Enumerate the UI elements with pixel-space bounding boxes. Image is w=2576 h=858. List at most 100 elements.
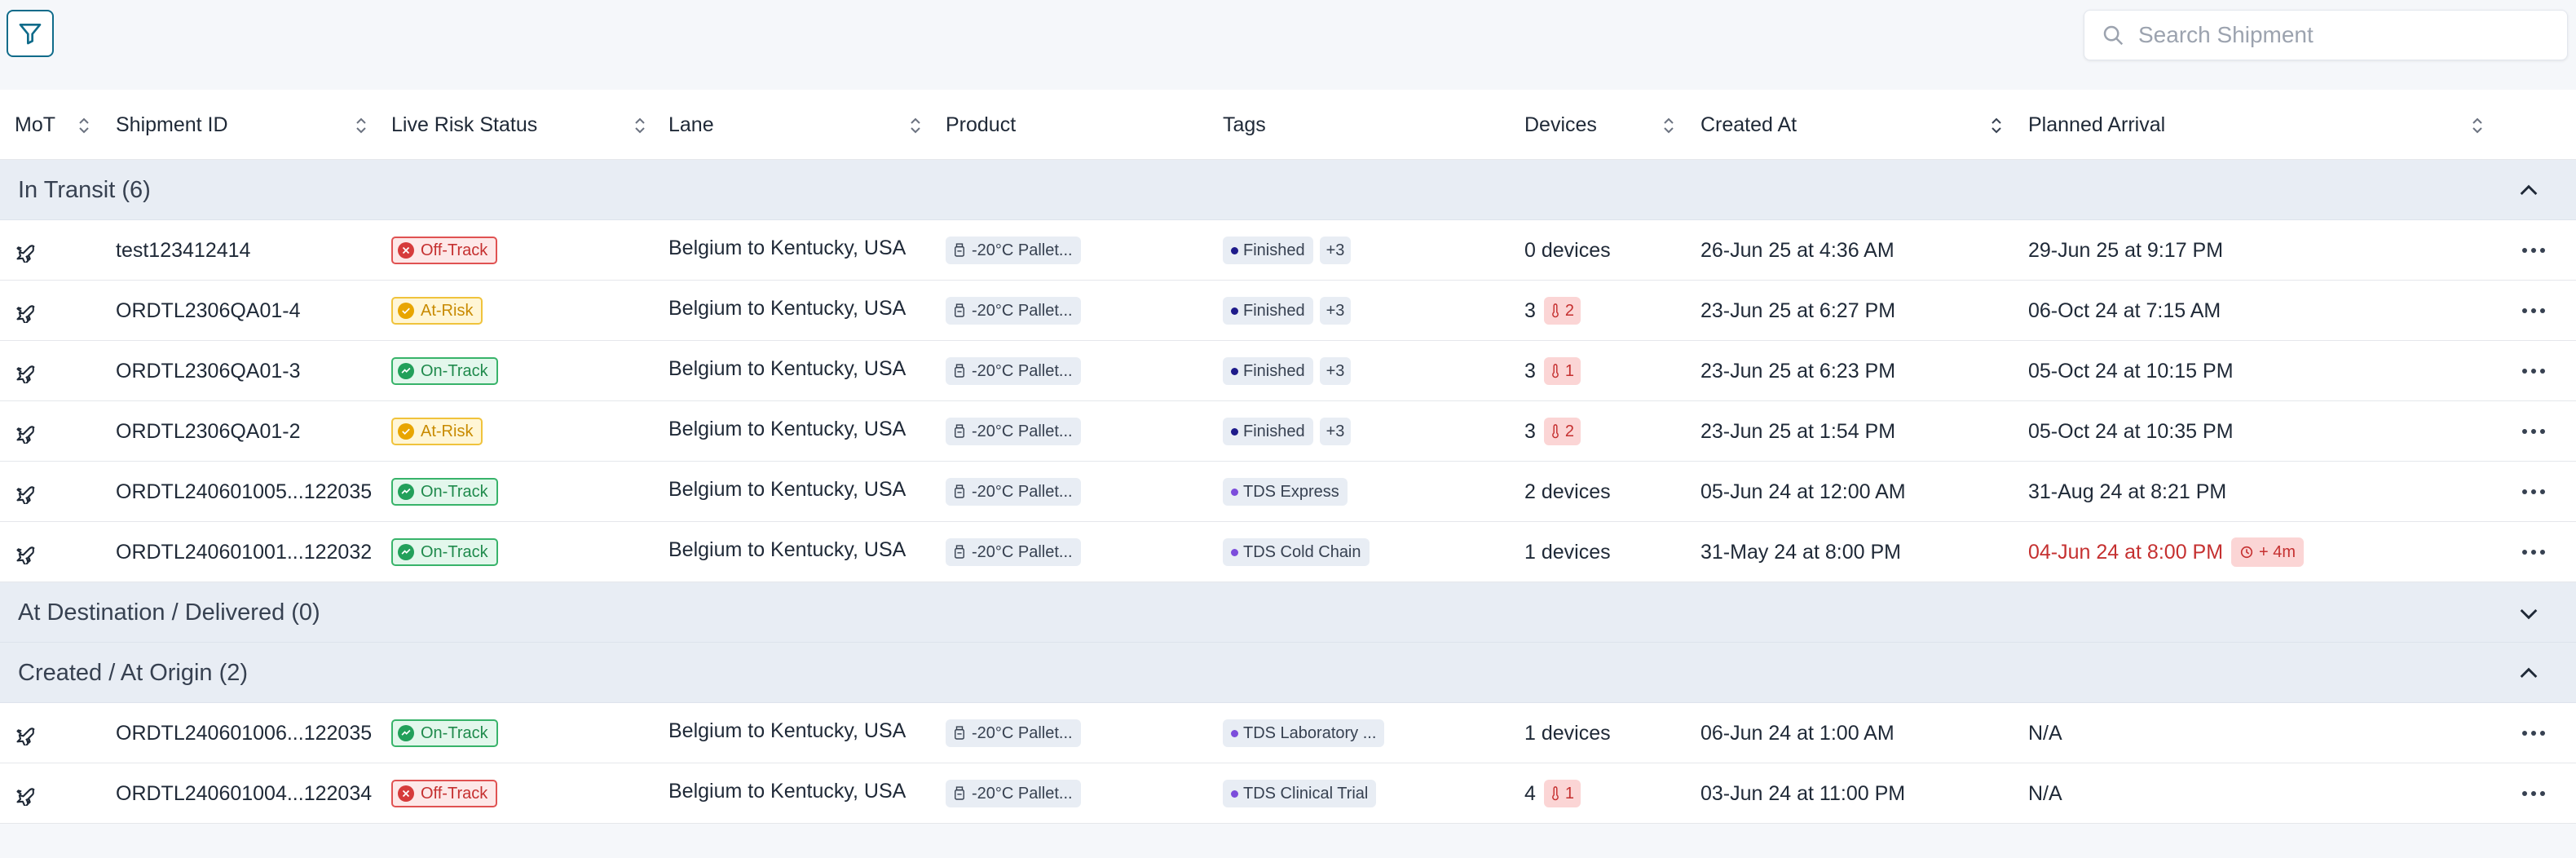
temperature-alarm-chip[interactable]: 1 [1543, 357, 1581, 385]
search-input[interactable] [2138, 22, 2546, 48]
more-options-icon[interactable] [2519, 238, 2548, 263]
column-header-shipment-id[interactable]: Shipment ID [116, 90, 228, 160]
status-cell: On-Track [391, 703, 498, 763]
column-header-created-at[interactable]: Created At [1700, 90, 1797, 160]
arrival-cell: N/A [2028, 763, 2062, 824]
more-options-icon[interactable] [2519, 721, 2548, 745]
thermometer-icon [1550, 786, 1560, 801]
toolbar [0, 0, 2576, 90]
more-tags-chip[interactable]: +3 [1319, 237, 1352, 264]
sort-icon[interactable] [910, 117, 921, 135]
created-at: 23-Jun 25 at 6:27 PM [1700, 299, 1896, 322]
more-options-icon[interactable] [2519, 299, 2548, 323]
table-row[interactable]: ORDTL240601001...122032 On-Track Belgium t… [0, 522, 2576, 582]
lane: Belgium to Kentucky, USA [668, 418, 906, 440]
chevron-down-icon[interactable] [2516, 600, 2542, 626]
table-row[interactable]: ORDTL2306QA01-4 At-Risk Belgium to Kentuck… [0, 281, 2576, 341]
plane-icon [15, 481, 37, 506]
more-options-icon[interactable] [2519, 359, 2548, 383]
arrival-cell: 31-Aug 24 at 8:21 PM [2028, 462, 2226, 522]
sort-icon[interactable] [2472, 117, 2483, 135]
table-row[interactable]: ORDTL240601004...122034 Off-Track Belgium … [0, 763, 2576, 824]
temperature-alarm-chip[interactable]: 2 [1543, 418, 1581, 445]
product-label: -20°C Pallet... [972, 422, 1073, 440]
column-header-mot[interactable]: MoT [15, 90, 55, 160]
lane: Belgium to Kentucky, USA [668, 780, 906, 803]
planned-arrival: 31-Aug 24 at 8:21 PM [2028, 480, 2227, 503]
column-header-devices[interactable]: Devices [1524, 90, 1597, 160]
temperature-alarm-chip[interactable]: 2 [1543, 297, 1581, 325]
lane: Belgium to Kentucky, USA [668, 357, 906, 380]
arrival-cell: N/A [2028, 703, 2062, 763]
group-row[interactable]: In Transit (6) [0, 160, 2576, 220]
table-row[interactable]: ORDTL2306QA01-3 On-Track Belgium to Kentuc… [0, 341, 2576, 401]
sort-icon[interactable] [1663, 117, 1674, 135]
table-row[interactable]: ORDTL240601006...122035 On-Track Belgium t… [0, 703, 2576, 763]
status-label: On-Track [421, 723, 488, 742]
shipment-id[interactable]: test123412414 [116, 220, 250, 281]
status-icon [398, 725, 414, 741]
chevron-up-icon[interactable] [2516, 661, 2542, 687]
shipment-id[interactable]: ORDTL2306QA01-2 [116, 401, 301, 462]
status-label: Off-Track [421, 784, 488, 803]
devices-count: 0 devices [1524, 238, 1611, 262]
product-chip: -20°C Pallet... [946, 719, 1081, 747]
tag-label: TDS Clinical Trial [1243, 784, 1369, 803]
column-header-planned-arrival[interactable]: Planned Arrival [2028, 90, 2165, 160]
status-label: On-Track [421, 482, 488, 501]
created-at: 31-May 24 at 8:00 PM [1700, 540, 1901, 564]
devices-count: 1 devices [1524, 540, 1611, 564]
shipment-id[interactable]: ORDTL2306QA01-3 [116, 341, 301, 401]
status-cell: At-Risk [391, 281, 483, 341]
shipment-id[interactable]: ORDTL240601006...122035 [116, 703, 372, 763]
lane: Belgium to Kentucky, USA [668, 538, 906, 561]
more-tags-chip[interactable]: +3 [1319, 357, 1352, 385]
status-icon [398, 544, 414, 560]
tags-cell: Finished +3 [1223, 401, 1352, 462]
more-tags-chip[interactable]: +3 [1319, 418, 1352, 445]
more-options-icon[interactable] [2519, 781, 2548, 806]
product-label: -20°C Pallet... [972, 723, 1073, 742]
filter-button[interactable] [7, 10, 54, 57]
shipment-id[interactable]: ORDTL2306QA01-4 [116, 281, 301, 341]
plane-icon [15, 421, 37, 446]
devices-count: 3 [1524, 359, 1536, 383]
more-options-icon[interactable] [2519, 540, 2548, 564]
sort-icon[interactable] [78, 117, 90, 135]
tag-chip: TDS Express [1223, 478, 1348, 506]
tag-label: TDS Laboratory ... [1243, 723, 1377, 742]
shipment-id[interactable]: ORDTL240601005...122035 [116, 462, 372, 522]
product-label: -20°C Pallet... [972, 784, 1073, 803]
column-header-lane[interactable]: Lane [668, 90, 714, 160]
more-options-icon[interactable] [2519, 480, 2548, 504]
table-row[interactable]: ORDTL2306QA01-2 At-Risk Belgium to Kentuck… [0, 401, 2576, 462]
status-cell: Off-Track [391, 763, 498, 824]
sort-icon[interactable] [355, 117, 367, 135]
sort-icon[interactable] [634, 117, 646, 135]
devices-cell: 2 devices [1524, 462, 1611, 522]
table-row[interactable]: test123412414 Off-Track Belgium to Kentuck… [0, 220, 2576, 281]
sort-icon[interactable] [1991, 117, 2002, 135]
lane: Belgium to Kentucky, USA [668, 237, 906, 259]
tag-label: Finished [1243, 241, 1305, 259]
tag-dot [1231, 488, 1238, 496]
clock-icon [2239, 545, 2254, 559]
chevron-up-icon[interactable] [2516, 178, 2542, 204]
more-options-icon[interactable] [2519, 419, 2548, 444]
status-badge: Off-Track [391, 780, 498, 807]
group-label: At Destination / Delivered (0) [18, 599, 320, 626]
group-row[interactable]: Created / At Origin (2) [0, 643, 2576, 703]
temperature-alarm-chip[interactable]: 1 [1543, 780, 1581, 807]
column-header-live-risk-status[interactable]: Live Risk Status [391, 90, 537, 160]
product-cell: -20°C Pallet... [946, 703, 1081, 763]
search-box[interactable] [2084, 10, 2568, 60]
planned-arrival: 04-Jun 24 at 8:00 PM [2028, 540, 2224, 564]
bottle-icon [954, 364, 965, 378]
group-row[interactable]: At Destination / Delivered (0) [0, 582, 2576, 643]
product-chip: -20°C Pallet... [946, 780, 1081, 807]
bottle-icon [954, 424, 965, 439]
more-tags-chip[interactable]: +3 [1319, 297, 1352, 325]
table-row[interactable]: ORDTL240601005...122035 On-Track Belgium t… [0, 462, 2576, 522]
shipment-id[interactable]: ORDTL240601004...122034 [116, 763, 372, 824]
shipment-id[interactable]: ORDTL240601001...122032 [116, 522, 372, 582]
